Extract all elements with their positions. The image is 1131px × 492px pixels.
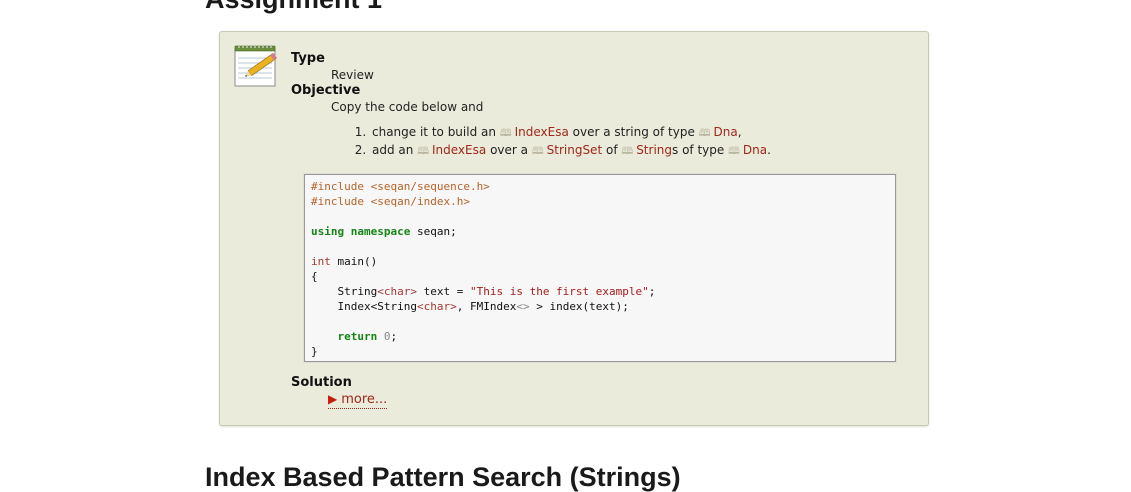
dna-link[interactable]: 🕮 Dna xyxy=(699,125,738,139)
list-item: change it to build an 🕮IndexEsa over a s… xyxy=(370,124,911,142)
book-icon: 🕮 xyxy=(621,146,634,157)
code-block: #include <seqan/sequence.h> #include <se… xyxy=(304,174,896,362)
more-label: more... xyxy=(341,392,388,407)
dna-link[interactable]: 🕮 Dna xyxy=(728,143,767,157)
next-section-heading: Index Based Pattern Search (Strings) xyxy=(205,462,681,492)
objective-label: Objective xyxy=(291,83,361,98)
type-value: Review xyxy=(331,68,374,82)
book-icon: 🕮 xyxy=(531,146,544,157)
string-set-link[interactable]: 🕮 StringSet xyxy=(532,143,602,157)
objective-list: change it to build an 🕮IndexEsa over a s… xyxy=(291,124,911,160)
solution-label: Solution xyxy=(291,375,352,390)
triangle-right-icon: ▶ xyxy=(328,392,338,406)
index-esa-link[interactable]: 🕮 IndexEsa xyxy=(500,125,569,139)
notepad-pencil-icon xyxy=(234,45,278,87)
objective-text: Copy the code below and xyxy=(331,100,484,114)
assignment-heading: Assignment 1 xyxy=(205,0,382,13)
assignment-box: Type Review Objective Copy the code belo… xyxy=(219,31,929,426)
index-esa-link[interactable]: 🕮 IndexEsa xyxy=(417,143,486,157)
book-icon: 🕮 xyxy=(728,146,740,157)
code-listing: #include <seqan/sequence.h> #include <se… xyxy=(311,180,656,358)
book-icon: 🕮 xyxy=(417,146,429,157)
string-link[interactable]: 🕮 String xyxy=(621,143,672,157)
book-icon: 🕮 xyxy=(499,128,512,139)
type-label: Type xyxy=(291,51,325,66)
list-item: add an 🕮IndexEsa over a 🕮StringSet of 🕮S… xyxy=(370,142,911,160)
assignment-content: Type Review Objective Copy the code belo… xyxy=(291,51,911,160)
more-toggle[interactable]: ▶ more... xyxy=(328,391,388,409)
book-icon: 🕮 xyxy=(698,128,711,139)
